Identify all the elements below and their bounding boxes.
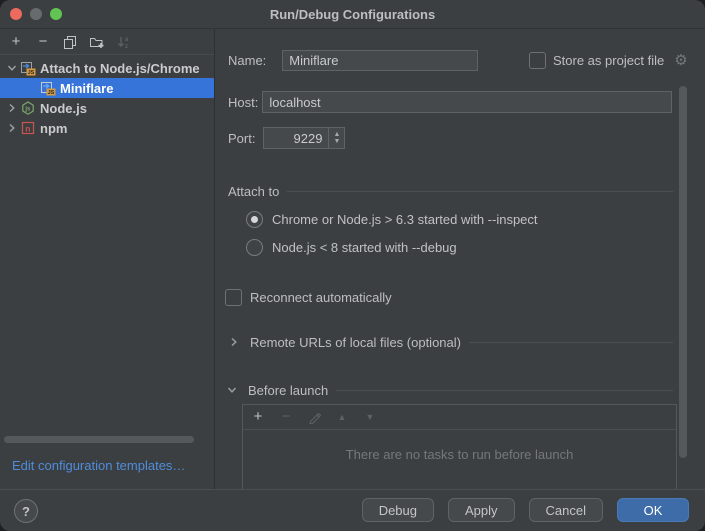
store-as-project-file-checkbox[interactable] <box>529 52 546 69</box>
cancel-button[interactable]: Cancel <box>529 498 603 522</box>
host-input[interactable] <box>262 91 672 113</box>
stepper-down-icon[interactable]: ▼ <box>334 138 341 145</box>
sort-configurations-icon[interactable]: az <box>116 34 132 50</box>
radio-label: Node.js < 8 started with --debug <box>272 240 457 255</box>
remove-configuration-icon[interactable]: − <box>35 34 51 50</box>
configurations-sidebar: + − az JS Attach to Node.js/Chrome <box>0 29 215 489</box>
copy-configuration-icon[interactable] <box>62 34 78 50</box>
tree-item-npm[interactable]: n npm <box>0 118 214 138</box>
store-as-project-file-label: Store as project file <box>553 53 664 68</box>
svg-text:n: n <box>25 124 30 134</box>
apply-button[interactable]: Apply <box>448 498 515 522</box>
add-task-icon[interactable]: + <box>250 409 266 425</box>
svg-text:a: a <box>125 37 129 43</box>
port-label: Port: <box>228 131 255 146</box>
move-down-icon[interactable]: ▼ <box>362 409 378 425</box>
minimize-window-button[interactable] <box>30 8 42 20</box>
tree-item-label: Node.js <box>40 101 87 116</box>
before-launch-panel: + − ▲ ▼ There are no tasks to run before… <box>242 404 677 490</box>
radio-label: Chrome or Node.js > 6.3 started with --i… <box>272 212 538 227</box>
sidebar-horizontal-scrollbar[interactable] <box>4 436 194 443</box>
move-up-icon[interactable]: ▲ <box>334 409 350 425</box>
radio-button-selected[interactable] <box>246 211 263 228</box>
chevron-right-icon[interactable] <box>4 100 20 116</box>
radio-option-debug[interactable]: Node.js < 8 started with --debug <box>246 236 457 258</box>
traffic-lights <box>10 8 62 20</box>
before-launch-empty-text: There are no tasks to run before launch <box>243 447 676 462</box>
port-stepper[interactable]: ▲ ▼ <box>329 127 345 149</box>
separator-line <box>469 342 673 343</box>
radio-button[interactable] <box>246 239 263 256</box>
npm-icon: n <box>20 120 36 136</box>
tree-item-miniflare[interactable]: JS Miniflare <box>0 78 214 98</box>
gear-icon[interactable]: ⚙ <box>674 51 687 69</box>
ok-button[interactable]: OK <box>617 498 689 522</box>
tree-item-nodejs[interactable]: js Node.js <box>0 98 214 118</box>
before-launch-toolbar: + − ▲ ▼ <box>243 405 676 430</box>
zoom-window-button[interactable] <box>50 8 62 20</box>
tree-item-attach-to-nodejs-chrome[interactable]: JS Attach to Node.js/Chrome <box>0 58 214 78</box>
run-debug-configurations-dialog: Run/Debug Configurations + − az JS <box>0 0 705 531</box>
attach-to-node-icon: JS <box>20 60 36 76</box>
name-label: Name: <box>228 53 266 68</box>
titlebar: Run/Debug Configurations <box>0 0 705 29</box>
attach-to-node-icon: JS <box>40 80 56 96</box>
attach-to-label: Attach to <box>228 184 279 199</box>
svg-text:z: z <box>125 44 128 49</box>
before-launch-label: Before launch <box>248 383 328 398</box>
chevron-down-icon[interactable] <box>224 382 240 398</box>
stepper-up-icon[interactable]: ▲ <box>334 131 341 138</box>
remove-task-icon[interactable]: − <box>278 409 294 425</box>
reconnect-automatically-label: Reconnect automatically <box>250 290 392 305</box>
debug-button[interactable]: Debug <box>362 498 434 522</box>
configuration-form: Name: Store as project file ⚙ Host: Port… <box>216 29 705 489</box>
svg-text:js: js <box>24 107 31 113</box>
svg-text:JS: JS <box>28 70 35 76</box>
help-button[interactable]: ? <box>14 499 38 523</box>
dialog-title: Run/Debug Configurations <box>0 7 705 22</box>
attach-to-section-header: Attach to <box>228 183 673 199</box>
edit-configuration-templates-link[interactable]: Edit configuration templates… <box>12 458 185 473</box>
tree-item-label: Miniflare <box>60 81 113 96</box>
store-as-project-file-group: Store as project file ⚙ <box>529 49 688 71</box>
remote-urls-section-header[interactable]: Remote URLs of local files (optional) <box>226 334 673 350</box>
add-configuration-icon[interactable]: + <box>8 34 24 50</box>
sidebar-toolbar: + − az <box>0 29 214 55</box>
content-vertical-scrollbar[interactable] <box>679 86 687 458</box>
svg-text:JS: JS <box>48 90 55 96</box>
separator-line <box>287 191 673 192</box>
chevron-down-icon[interactable] <box>4 60 20 76</box>
tree-item-label: Attach to Node.js/Chrome <box>40 61 200 76</box>
name-input[interactable] <box>282 50 478 71</box>
reconnect-automatically-group[interactable]: Reconnect automatically <box>225 286 392 308</box>
footer-bar: ? Debug Apply Cancel OK <box>0 489 705 531</box>
radio-option-inspect[interactable]: Chrome or Node.js > 6.3 started with --i… <box>246 208 538 230</box>
tree-item-label: npm <box>40 121 67 136</box>
host-label: Host: <box>228 95 258 110</box>
configurations-tree: JS Attach to Node.js/Chrome JS Miniflare… <box>0 55 214 138</box>
close-window-button[interactable] <box>10 8 22 20</box>
new-folder-icon[interactable] <box>89 34 105 50</box>
separator-line <box>336 390 673 391</box>
port-input[interactable] <box>263 127 329 149</box>
reconnect-automatically-checkbox[interactable] <box>225 289 242 306</box>
before-launch-section-header[interactable]: Before launch <box>224 382 673 398</box>
chevron-right-icon[interactable] <box>226 334 242 350</box>
chevron-right-icon[interactable] <box>4 120 20 136</box>
nodejs-icon: js <box>20 100 36 116</box>
edit-task-icon[interactable] <box>306 409 322 425</box>
remote-urls-label: Remote URLs of local files (optional) <box>250 335 461 350</box>
footer-buttons: Debug Apply Cancel OK <box>362 498 689 522</box>
